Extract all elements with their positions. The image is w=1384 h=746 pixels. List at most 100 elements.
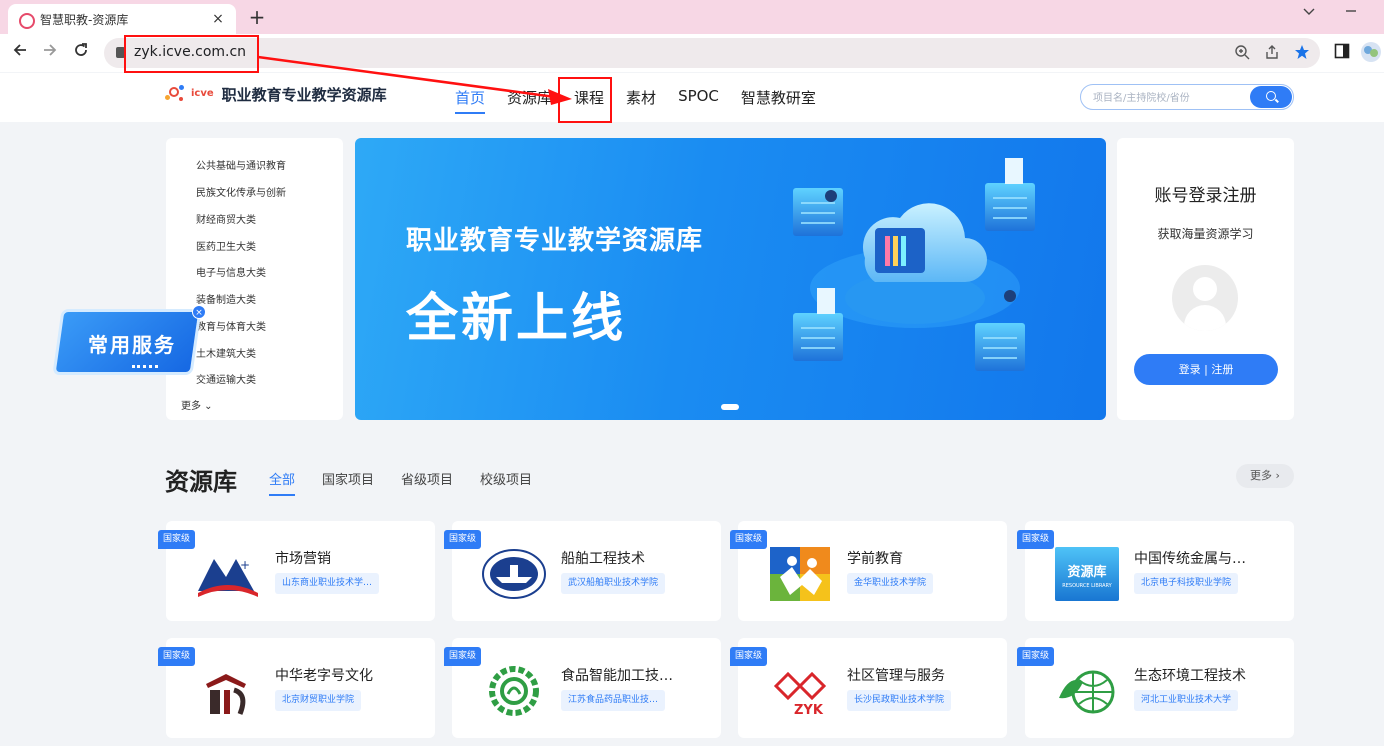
new-tab-button[interactable]: + [246, 5, 268, 29]
laozihao-logo-icon [206, 674, 246, 715]
resource-school: 北京财贸职业学院 [275, 690, 362, 711]
search-button[interactable] [1250, 86, 1292, 108]
resource-section-title: 资源库 [165, 468, 237, 496]
preschool-logo-icon [770, 547, 830, 601]
close-icon[interactable]: × [192, 305, 206, 319]
resource-card[interactable]: 国家级 中华老字号文化 北京财贸职业学院 [158, 638, 435, 738]
resource-card[interactable]: 国家级 ZYK 社区管理与服务 长沙民政职业技术学院 [730, 638, 1007, 738]
ecology-logo-icon [1059, 670, 1115, 714]
sidepanel-icon[interactable] [1334, 43, 1350, 63]
svg-text:+: + [240, 558, 250, 572]
hero-banner[interactable]: 职业教育专业教学资源库 全新上线 [355, 138, 1106, 420]
login-register-button[interactable]: 登录 | 注册 [1134, 354, 1278, 385]
category-item[interactable]: 教育与体育大类 [196, 318, 266, 333]
banner-headline: 全新上线 [406, 289, 627, 349]
nav-resource-library[interactable]: 资源库 [507, 87, 552, 108]
login-panel: 账号登录注册 获取海量资源学习 登录 | 注册 [1117, 138, 1294, 420]
level-badge: 国家级 [1017, 530, 1055, 549]
login-subtitle: 获取海量资源学习 [1157, 227, 1254, 241]
level-badge: 国家级 [730, 647, 768, 666]
category-more-link[interactable]: 更多 ⌄ [181, 397, 213, 412]
level-badge: 国家级 [1017, 647, 1055, 666]
resource-tabs: 全部 国家项目 省级项目 校级项目 [269, 469, 559, 496]
search-input[interactable] [1093, 89, 1253, 107]
common-services-label: 常用服务 [88, 333, 176, 357]
resource-school: 江苏食品药品职业技… [561, 690, 666, 711]
resource-card[interactable]: 国家级 生态环境工程技术 河北工业职业技术大学 [1017, 638, 1294, 738]
resource-card[interactable]: 国家级 资源库 RESOURCE LIBRARY 中国传统金属与… 北京电子科技… [1017, 521, 1294, 621]
resource-library-logo-text: 资源库 [1067, 565, 1107, 580]
category-item[interactable]: 民族文化传承与创新 [196, 184, 286, 199]
back-arrow-icon[interactable] [9, 41, 31, 64]
browser-tab[interactable]: 智慧职教-资源库 × [8, 4, 236, 34]
resource-library-logo-icon: 资源库 RESOURCE LIBRARY [1055, 547, 1119, 601]
category-item[interactable]: 财经商贸大类 [196, 211, 256, 226]
address-bar[interactable]: zyk.icve.com.cn [104, 38, 1320, 68]
tab-provincial[interactable]: 省级项目 [401, 469, 453, 488]
resource-school: 长沙民政职业技术学院 [847, 690, 952, 711]
site-logo[interactable]: icve 职业教育专业教学资源库 [165, 83, 387, 105]
tab-search-chevron-icon[interactable] [1302, 4, 1316, 22]
forward-arrow-icon[interactable] [39, 41, 61, 64]
category-item[interactable]: 公共基础与通识教育 [196, 157, 286, 172]
community-logo-text: ZYK [794, 703, 824, 718]
resource-name: 社区管理与服务 [847, 668, 945, 684]
level-badge: 国家级 [730, 530, 768, 549]
browser-tabbar: 智慧职教-资源库 × + [0, 0, 1384, 34]
share-icon[interactable] [1264, 44, 1280, 64]
courses-highlight-box [558, 77, 612, 123]
resource-school: 武汉船舶职业技术学院 [561, 573, 666, 594]
category-item[interactable]: 交通运输大类 [196, 371, 256, 386]
url-highlight-box [124, 35, 259, 73]
nav-materials[interactable]: 素材 [626, 87, 656, 108]
common-services-float[interactable]: 常用服务 × [55, 305, 206, 375]
market-logo-icon: + [198, 558, 258, 597]
minimize-icon[interactable] [1344, 4, 1358, 22]
resource-name: 船舶工程技术 [561, 551, 645, 567]
category-item[interactable]: 土木建筑大类 [196, 345, 256, 360]
resource-name: 学前教育 [847, 551, 903, 567]
nav-home[interactable]: 首页 [455, 87, 486, 114]
level-badge: 国家级 [444, 530, 482, 549]
resource-name: 生态环境工程技术 [1134, 668, 1246, 684]
site-name: 职业教育专业教学资源库 [221, 85, 387, 104]
resource-library-logo-subtext: RESOURCE LIBRARY [1062, 583, 1112, 589]
icve-logo-icon [165, 83, 187, 105]
resource-card[interactable]: 国家级 食品智能加工技… 江苏食品药品职业技… [444, 638, 721, 738]
reload-icon[interactable] [70, 41, 92, 64]
category-panel: 公共基础与通识教育 民族文化传承与创新 财经商贸大类 医药卫生大类 电子与信息大… [166, 138, 343, 420]
level-badge: 国家级 [158, 530, 196, 549]
category-item[interactable]: 电子与信息大类 [196, 264, 266, 279]
category-item[interactable]: 装备制造大类 [196, 291, 256, 306]
bookmark-star-icon[interactable] [1294, 44, 1310, 64]
main-nav: 首页 资源库 课程 素材 SPOC 智慧教研室 [455, 87, 838, 114]
resource-school: 山东商业职业技术学… [275, 573, 380, 594]
resource-name: 中国传统金属与… [1134, 551, 1246, 567]
login-title: 账号登录注册 [1154, 186, 1257, 206]
ship-logo-icon [482, 549, 546, 599]
resource-more-button[interactable]: 更多 › [1236, 464, 1294, 488]
zoom-icon[interactable] [1234, 44, 1250, 64]
level-badge: 国家级 [444, 647, 482, 666]
category-item[interactable]: 医药卫生大类 [196, 238, 256, 253]
resource-name: 市场营销 [275, 551, 331, 567]
resource-card[interactable]: 国家级 学前教育 金华职业技术学院 [730, 521, 1007, 621]
banner-pagination-dot[interactable] [721, 404, 739, 410]
resource-school: 金华职业技术学院 [847, 573, 934, 594]
tab-all[interactable]: 全部 [269, 469, 296, 496]
profile-avatar-icon[interactable] [1360, 41, 1382, 67]
tab-school[interactable]: 校级项目 [480, 469, 532, 488]
food-logo-icon [489, 666, 539, 716]
nav-spoc[interactable]: SPOC [678, 87, 719, 108]
resource-name: 食品智能加工技… [561, 668, 673, 684]
level-badge: 国家级 [158, 647, 196, 666]
resource-card[interactable]: 国家级 船舶工程技术 武汉船舶职业技术学院 [444, 521, 721, 621]
banner-subtitle: 职业教育专业教学资源库 [406, 226, 704, 256]
brand-text: icve [191, 88, 214, 99]
tab-close-icon[interactable]: × [210, 11, 226, 27]
resource-school: 北京电子科技职业学院 [1134, 573, 1239, 594]
nav-smart-teaching-room[interactable]: 智慧教研室 [741, 87, 816, 108]
tab-national[interactable]: 国家项目 [322, 469, 374, 488]
resource-name: 中华老字号文化 [275, 668, 373, 684]
resource-card[interactable]: 国家级 + 市场营销 山东商业职业技术学… [158, 521, 435, 621]
